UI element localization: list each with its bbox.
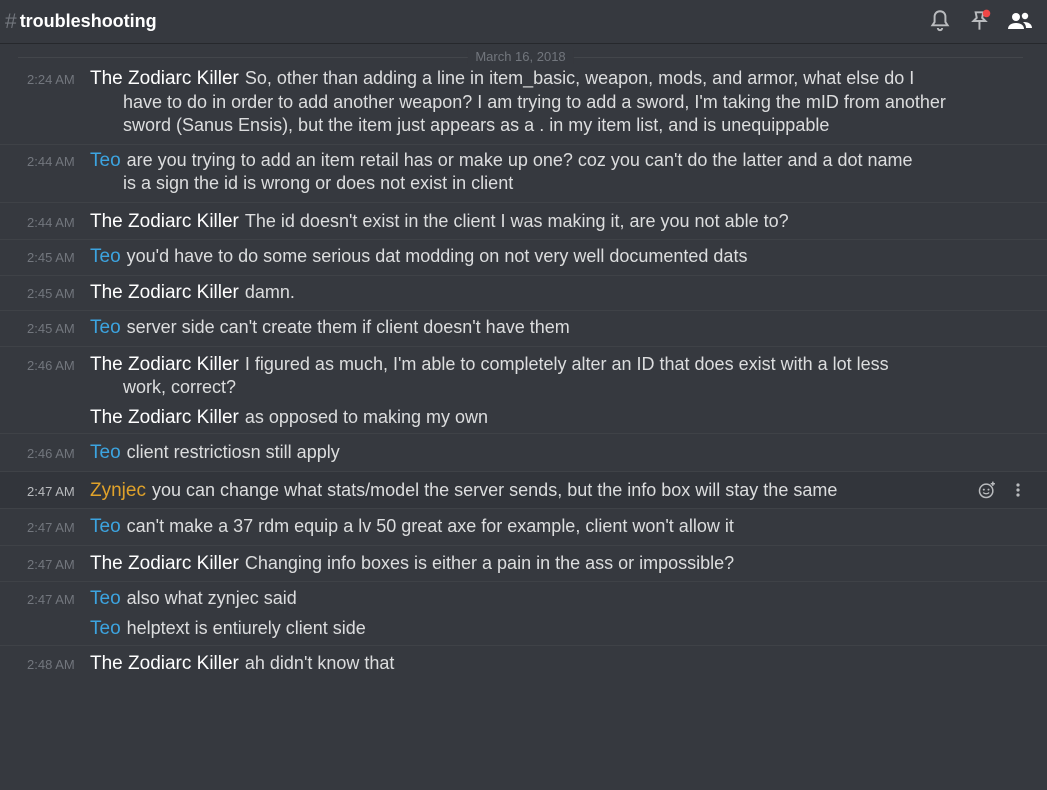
message-text: ah didn't know that <box>244 653 395 673</box>
pin-icon[interactable] <box>967 8 993 34</box>
message-first-line: Teo are you trying to add an item retail … <box>0 149 1047 173</box>
message-text-continued: have to do in order to add another weapo… <box>123 91 946 112</box>
message-group[interactable]: 2:47 AM Zynjec you can change what stats/m… <box>0 471 1047 509</box>
message-first-line: The Zodiarc Killer Changing info boxes is… <box>0 552 1047 576</box>
message-text: client restrictiosn still apply <box>126 442 340 462</box>
bell-icon[interactable] <box>927 8 953 34</box>
message-text-continued: work, correct? <box>123 377 237 397</box>
message-group[interactable]: 2:47 AM Teo also what zynjec said Teo helpte… <box>0 582 1047 646</box>
message-group[interactable]: 2:48 AM The Zodiarc Killer ah didn't know … <box>0 646 1047 682</box>
message-author[interactable]: Teo <box>90 516 121 537</box>
channel-header: # troubleshooting <box>0 0 1047 44</box>
message-text: you'd have to do some serious dat moddin… <box>126 246 748 266</box>
header-toolbar <box>927 8 1033 34</box>
message-text: you can change what stats/model the serv… <box>151 479 838 500</box>
message-author[interactable]: Teo <box>90 150 121 171</box>
message-author[interactable]: The Zodiarc Killer <box>90 211 239 232</box>
message-group[interactable]: 2:46 AM Teo client restrictiosn still appl… <box>0 434 1047 472</box>
message-author[interactable]: The Zodiarc Killer <box>90 653 239 674</box>
message-first-line: The Zodiarc Killer ah didn't know that <box>0 652 1047 676</box>
message-text: Changing info boxes is either a pain in … <box>244 552 735 573</box>
message-text-continued: is a sign the id is wrong or does not ex… <box>123 173 514 193</box>
message-text-continued: sword (Sanus Ensis), but the item just a… <box>123 115 830 135</box>
message-text: server side can't create them if client … <box>126 317 570 337</box>
unread-dot-icon <box>982 9 991 18</box>
channel-name: troubleshooting <box>19 11 157 31</box>
message-first-line: Teo can't make a 37 rdm equip a lv 50 gre… <box>0 515 1047 539</box>
date-divider-label: March 16, 2018 <box>467 49 574 64</box>
message-group[interactable]: 2:45 AM Teo server side can't create them … <box>0 311 1047 347</box>
message-author[interactable]: Teo <box>90 442 121 463</box>
message-first-line: The Zodiarc Killer I figured as much, I'm… <box>0 353 1047 377</box>
message-group[interactable]: 2:45 AM The Zodiarc Killer damn. <box>0 276 1047 311</box>
date-divider: March 16, 2018 <box>18 49 1023 64</box>
message-first-line: The Zodiarc Killer So, other than adding … <box>0 67 1047 91</box>
followup-message: Teo helptext is entiurely client side <box>0 617 1047 641</box>
followup-message: The Zodiarc Killer as opposed to making m… <box>0 406 1047 430</box>
message-first-line: Teo you'd have to do some serious dat mod… <box>0 245 1047 269</box>
message-author[interactable]: The Zodiarc Killer <box>90 407 239 428</box>
message-text: I figured as much, I'm able to completel… <box>244 353 889 374</box>
message-author[interactable]: Teo <box>90 588 121 609</box>
message-text: helptext is entiurely client side <box>126 617 366 638</box>
message-first-line: Teo server side can't create them if clie… <box>0 316 1047 340</box>
message-text: are you trying to add an item retail has… <box>126 149 913 170</box>
message-text: can't make a 37 rdm equip a lv 50 great … <box>126 516 734 536</box>
message-first-line: The Zodiarc Killer damn. <box>0 281 1047 305</box>
message-first-line: Teo client restrictiosn still apply <box>0 441 1047 465</box>
message-text: as opposed to making my own <box>244 406 489 427</box>
message-group[interactable]: 2:47 AM The Zodiarc Killer Changing info b… <box>0 546 1047 582</box>
message-text: also what zynjec said <box>126 588 297 608</box>
message-author[interactable]: The Zodiarc Killer <box>90 282 239 303</box>
message-author[interactable]: Teo <box>90 618 121 639</box>
message-group[interactable]: 2:24 AM The Zodiarc Killer So, other than … <box>0 64 1047 145</box>
message-author[interactable]: The Zodiarc Killer <box>90 68 239 89</box>
message-author[interactable]: Teo <box>90 246 121 267</box>
message-group[interactable]: 2:45 AM Teo you'd have to do some serious … <box>0 240 1047 276</box>
message-text: damn. <box>244 281 295 302</box>
message-first-line: Zynjec you can change what stats/model th… <box>0 479 1047 503</box>
message-group[interactable]: 2:47 AM Teo can't make a 37 rdm equip a lv… <box>0 509 1047 546</box>
members-icon[interactable] <box>1007 8 1033 34</box>
message-author[interactable]: The Zodiarc Killer <box>90 553 239 574</box>
message-text: So, other than adding a line in item_bas… <box>244 68 915 88</box>
channel-hash-icon: # <box>5 9 17 33</box>
message-actions <box>977 480 1021 500</box>
message-first-line: Teo also what zynjec said <box>0 587 1047 611</box>
message-list: 2:24 AM The Zodiarc Killer So, other than … <box>0 64 1047 682</box>
message-author[interactable]: Zynjec <box>90 480 146 501</box>
message-group[interactable]: 2:46 AM The Zodiarc Killer I figured as mu… <box>0 347 1047 434</box>
more-options-icon[interactable] <box>1015 481 1021 499</box>
message-author[interactable]: Teo <box>90 317 121 338</box>
message-group[interactable]: 2:44 AM The Zodiarc Killer The id doesn't … <box>0 203 1047 240</box>
message-first-line: The Zodiarc Killer The id doesn't exist i… <box>0 210 1047 234</box>
message-group[interactable]: 2:44 AM Teo are you trying to add an item … <box>0 145 1047 203</box>
message-author[interactable]: The Zodiarc Killer <box>90 354 239 375</box>
message-text: The id doesn't exist in the client I was… <box>244 210 789 231</box>
add-reaction-icon[interactable] <box>977 480 997 500</box>
